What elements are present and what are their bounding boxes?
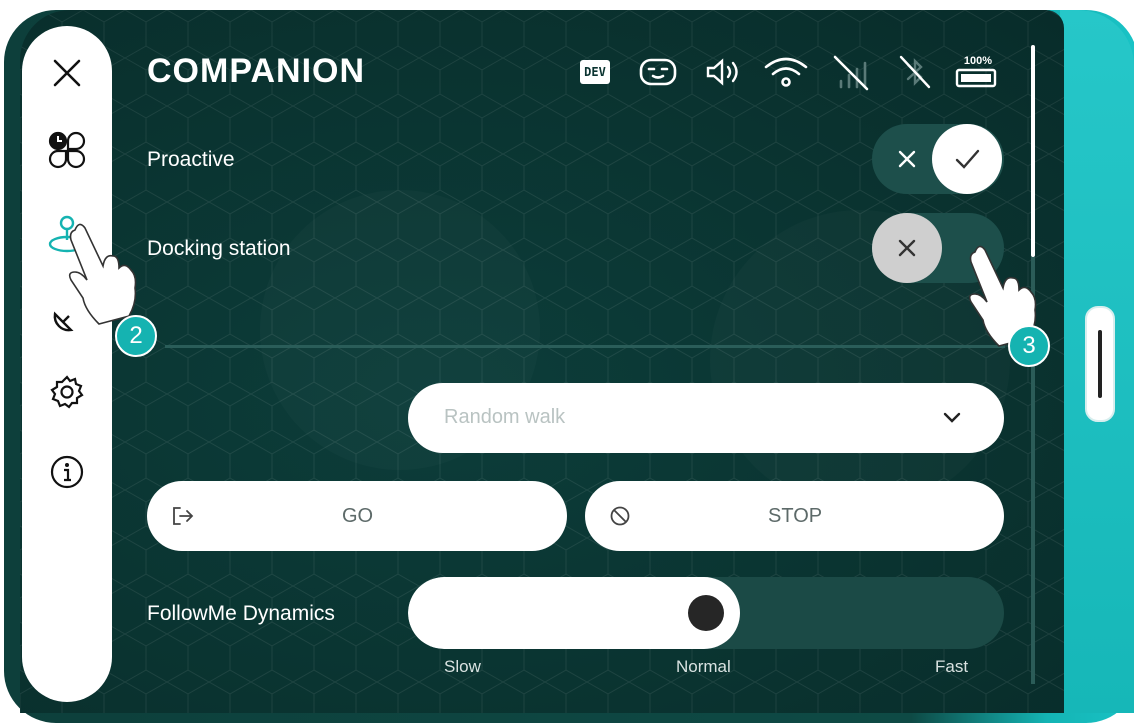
docking-label: Docking station (147, 237, 291, 260)
info-icon[interactable] (47, 452, 87, 492)
followme-slider[interactable] (408, 577, 1004, 649)
step-badge-2: 2 (115, 315, 157, 357)
dev-label: DEV (580, 60, 610, 84)
check-icon (955, 149, 980, 169)
settings-icon[interactable] (47, 372, 87, 412)
chevron-down-icon (942, 407, 962, 432)
wifi-icon (762, 52, 810, 92)
tick-normal: Normal (676, 657, 731, 676)
section-divider (165, 345, 1005, 348)
block-icon (609, 505, 631, 532)
speaker-icon (703, 52, 745, 92)
stop-button[interactable]: STOP (585, 481, 1004, 551)
handle-bar (1098, 330, 1102, 398)
tick-slow: Slow (444, 657, 481, 676)
toggle-off-icon (894, 146, 920, 177)
hand-pointer-icon (68, 223, 137, 325)
apps-icon[interactable] (47, 130, 87, 170)
battery-label: 100% (963, 55, 993, 67)
close-icon (898, 239, 916, 257)
scrollbar-thumb[interactable] (1031, 45, 1035, 257)
toggle-knob (872, 213, 942, 283)
proactive-label: Proactive (147, 148, 235, 171)
close-icon[interactable] (47, 53, 87, 93)
mode-select-value: Random walk (444, 406, 566, 428)
cellular-off-icon (829, 52, 873, 92)
side-handle[interactable] (1085, 306, 1115, 422)
page-title: COMPANION (147, 52, 366, 90)
tick-fast: Fast (935, 657, 969, 676)
sidebar (22, 26, 112, 702)
toggle-knob (932, 124, 1002, 194)
bluetooth-off-icon (893, 52, 937, 92)
mode-select[interactable]: Random walk (408, 383, 1004, 453)
proactive-toggle[interactable] (872, 124, 1004, 194)
step-badge-3: 3 (1008, 325, 1050, 367)
robot-face-icon (636, 52, 680, 92)
followme-label: FollowMe Dynamics (147, 602, 335, 625)
slider-thumb[interactable] (688, 595, 724, 631)
go-button-label: GO (342, 505, 374, 527)
battery-icon: 100% (953, 52, 1003, 92)
stop-button-label: STOP (768, 505, 823, 527)
dev-badge: DEV (578, 52, 612, 92)
exit-arrow-icon (171, 505, 195, 532)
go-button[interactable]: GO (147, 481, 567, 551)
